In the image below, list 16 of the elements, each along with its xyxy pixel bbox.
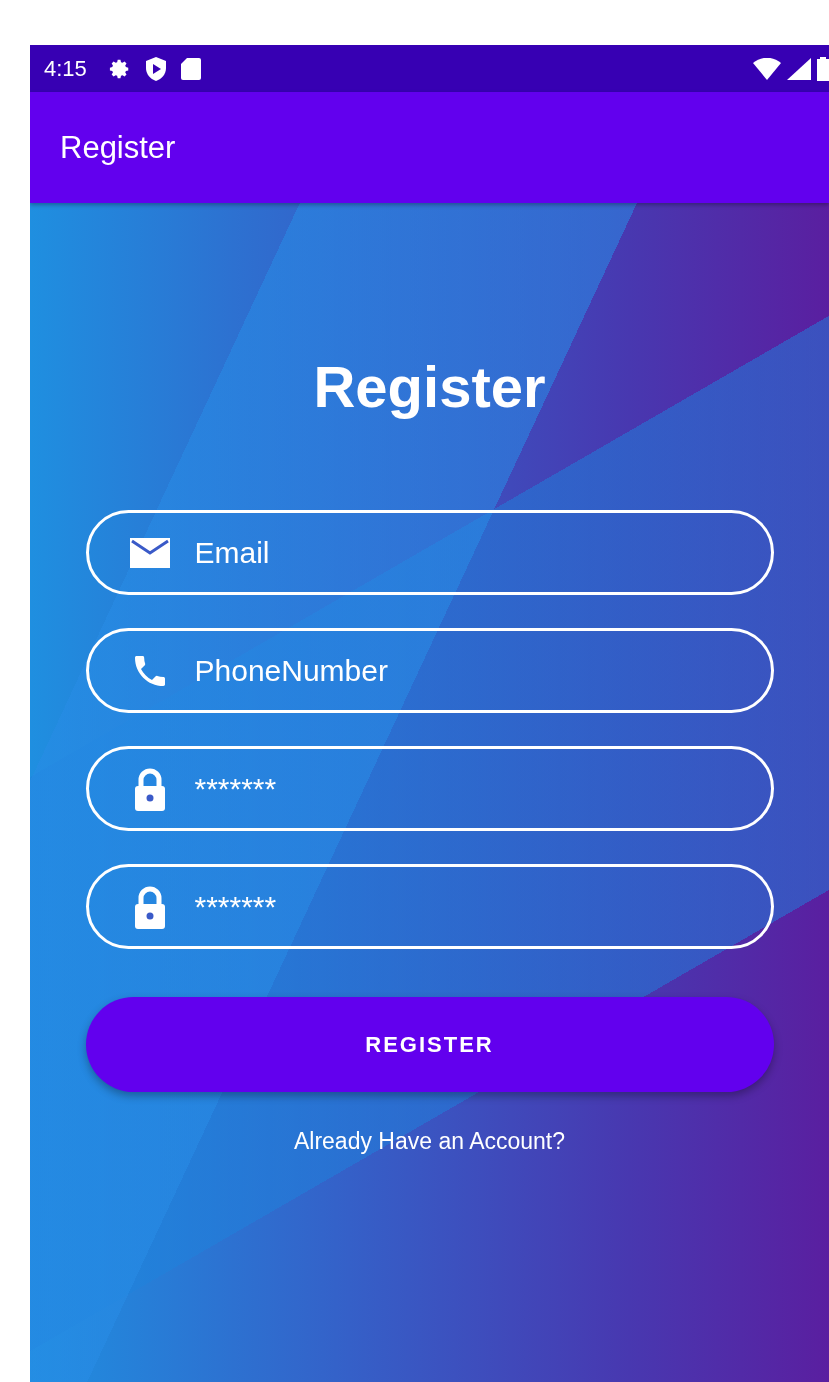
password-field[interactable]: ******* bbox=[85, 864, 774, 949]
gear-icon bbox=[108, 57, 131, 80]
password-field[interactable]: ******* bbox=[85, 746, 774, 831]
status-time: 4:15 bbox=[44, 55, 87, 82]
shield-play-icon bbox=[144, 56, 167, 81]
login-link[interactable]: Already Have an Account? bbox=[293, 1128, 566, 1155]
mail-icon bbox=[129, 537, 170, 568]
battery-icon bbox=[817, 56, 829, 81]
sd-card-icon bbox=[180, 57, 201, 80]
phone-field[interactable]: PhoneNumber bbox=[85, 628, 774, 713]
wifi-icon bbox=[753, 57, 781, 80]
app-bar-title: Register bbox=[60, 129, 176, 166]
signal-icon bbox=[787, 57, 811, 80]
register-button[interactable]: REGISTER bbox=[85, 997, 774, 1092]
page-heading: Register bbox=[313, 353, 546, 420]
email-field[interactable]: Email bbox=[85, 510, 774, 595]
